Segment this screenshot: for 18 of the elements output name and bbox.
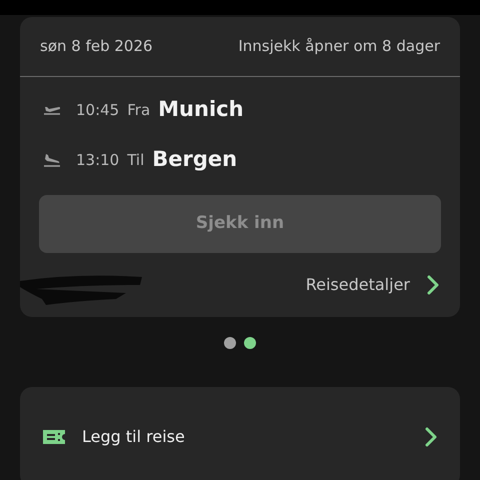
add-trip-label: Legg til reise	[82, 426, 185, 448]
flight-time: 13:10	[76, 150, 120, 171]
add-trip-card[interactable]: Legg til reise	[20, 387, 460, 480]
city-name: Bergen	[152, 146, 238, 174]
page-dot[interactable]	[224, 337, 236, 349]
plane-takeoff-icon	[44, 106, 60, 114]
checkin-notice: Innsjekk åpner om 8 dager	[238, 36, 440, 58]
trip-date: søn 8 feb 2026	[40, 36, 153, 58]
direction-label: Fra	[127, 100, 150, 121]
trip-details-link[interactable]: Reisedetaljer	[306, 273, 440, 297]
ticket-icon	[42, 429, 66, 445]
city-name: Munich	[158, 96, 244, 124]
chevron-right-icon	[426, 275, 440, 295]
direction-label: Til	[127, 150, 144, 171]
chevron-right-icon	[424, 427, 438, 447]
page-dot[interactable]	[244, 337, 256, 349]
flight-time: 10:45	[76, 100, 120, 121]
plane-landing-icon	[44, 154, 60, 166]
